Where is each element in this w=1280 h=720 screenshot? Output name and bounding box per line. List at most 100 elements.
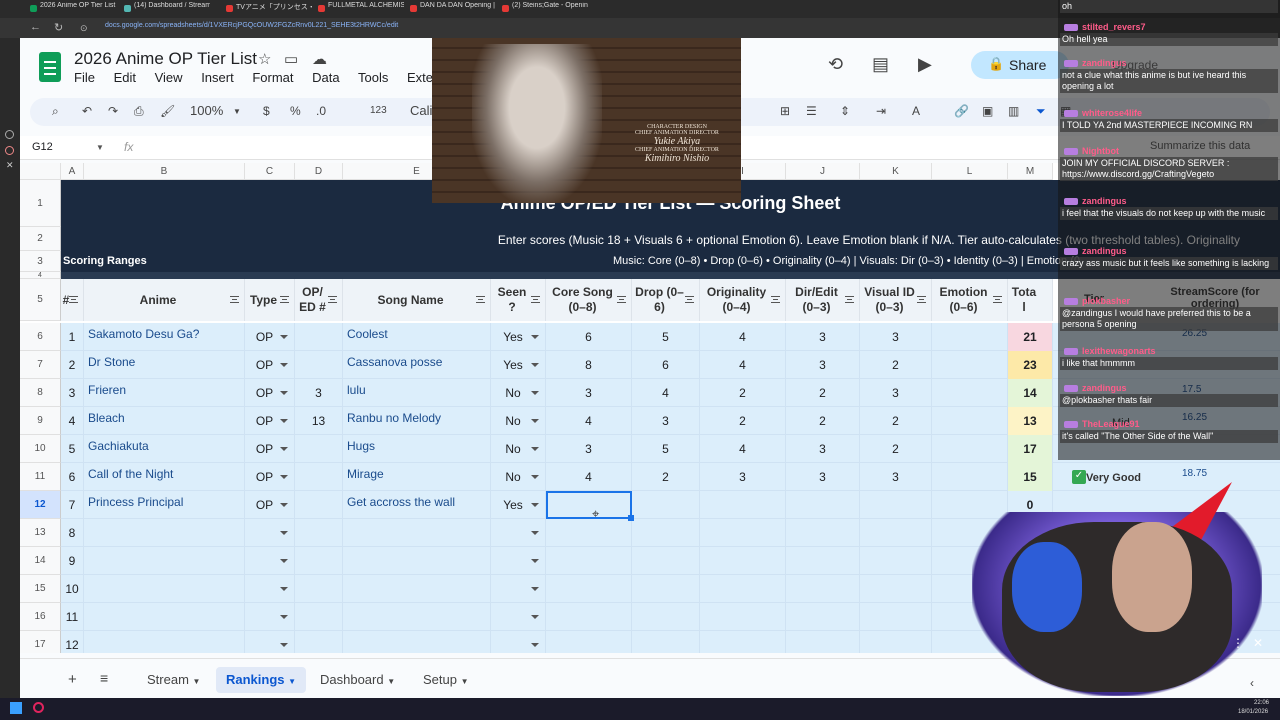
dropdown-chevron-icon[interactable] — [280, 531, 288, 535]
type-cell[interactable]: OP — [245, 323, 295, 351]
select-all-corner[interactable] — [20, 163, 61, 180]
core-song-cell[interactable] — [546, 547, 632, 575]
drop-cell[interactable]: 5 — [632, 435, 700, 463]
seen-cell[interactable]: Yes — [491, 351, 546, 379]
text-wrap-icon[interactable]: ⇥ — [876, 104, 886, 118]
filter-icon[interactable]: ⏷ — [1036, 104, 1046, 119]
row-number[interactable]: 9 — [61, 547, 84, 575]
url-text[interactable]: docs.google.com/spreadsheets/d/1VXERcjPG… — [105, 22, 398, 29]
more-options-icon[interactable]: ⋮ — [1232, 636, 1244, 650]
seen-cell[interactable]: Yes — [491, 323, 546, 351]
dropdown-chevron-icon[interactable] — [531, 335, 539, 339]
dir-edit-cell[interactable]: 3 — [786, 435, 860, 463]
anime-cell[interactable]: Call of the Night — [84, 463, 245, 491]
column-title[interactable]: Originality (0–4) — [700, 279, 786, 321]
row-number[interactable]: 10 — [61, 575, 84, 603]
menu-view[interactable]: View — [155, 70, 183, 85]
dropdown-chevron-icon[interactable] — [280, 475, 288, 479]
anime-cell[interactable]: Dr Stone — [84, 351, 245, 379]
song-name-cell[interactable] — [343, 575, 491, 603]
core-song-cell[interactable] — [546, 575, 632, 603]
emotion-cell[interactable] — [932, 379, 1008, 407]
insert-link-icon[interactable]: 🔗 — [954, 104, 969, 118]
filter-icon[interactable] — [845, 296, 854, 303]
sheet-tab-rankings[interactable]: Rankings ▼ — [216, 667, 307, 693]
oped-number-cell[interactable] — [295, 519, 343, 547]
song-name-cell[interactable]: Get accross the wall — [343, 491, 491, 519]
row-header[interactable]: 11 — [20, 463, 61, 491]
drop-cell[interactable] — [632, 631, 700, 653]
filter-icon[interactable] — [280, 296, 289, 303]
row-header[interactable]: 9 — [20, 407, 61, 435]
drop-cell[interactable] — [632, 491, 700, 519]
chevron-down-icon[interactable]: ▼ — [96, 143, 104, 152]
dir-edit-cell[interactable]: 3 — [786, 323, 860, 351]
sheet-tab-stream[interactable]: Stream ▼ — [137, 667, 210, 693]
dir-edit-cell[interactable]: 3 — [786, 351, 860, 379]
browser-tab[interactable]: FULLMETAL ALCHEMIST — [316, 2, 404, 16]
row-number[interactable]: 11 — [61, 603, 84, 631]
originality-cell[interactable] — [700, 547, 786, 575]
column-title[interactable]: Core Song (0–8) — [546, 279, 632, 321]
row-number[interactable]: 7 — [61, 491, 84, 519]
browser-tab[interactable]: (2) Steins;Gate - Opening — [500, 2, 588, 16]
visual-id-cell[interactable] — [860, 547, 932, 575]
type-cell[interactable] — [245, 575, 295, 603]
text-rotation-icon[interactable]: A — [912, 104, 920, 118]
dropdown-chevron-icon[interactable] — [531, 615, 539, 619]
oped-number-cell[interactable]: 3 — [295, 379, 343, 407]
seen-cell[interactable]: No — [491, 435, 546, 463]
column-title[interactable]: Dir/Edit (0–3) — [786, 279, 860, 321]
column-title[interactable]: Emotion (0–6) — [932, 279, 1008, 321]
dir-edit-cell[interactable]: 2 — [786, 379, 860, 407]
move-folder-icon[interactable]: ▭ — [284, 50, 298, 68]
filter-icon[interactable] — [69, 296, 78, 303]
row-number[interactable]: 2 — [61, 351, 84, 379]
visual-id-cell[interactable] — [860, 491, 932, 519]
drop-cell[interactable] — [632, 519, 700, 547]
add-sheet-icon[interactable]: + — [68, 671, 77, 688]
row-number[interactable]: 8 — [61, 519, 84, 547]
more-formats-button[interactable]: 123 — [370, 105, 387, 116]
document-title[interactable]: 2026 Anime OP Tier List — [74, 49, 257, 69]
column-header-j[interactable]: J — [786, 163, 860, 180]
redo-icon[interactable]: ↷ — [108, 104, 118, 118]
core-song-cell[interactable] — [546, 519, 632, 547]
filter-icon[interactable] — [617, 296, 626, 303]
oped-number-cell[interactable] — [295, 323, 343, 351]
visual-id-cell[interactable]: 3 — [860, 323, 932, 351]
dropdown-chevron-icon[interactable] — [531, 531, 539, 535]
originality-cell[interactable]: 4 — [700, 435, 786, 463]
side-panel-icon[interactable] — [5, 146, 14, 155]
core-song-cell[interactable]: 8 — [546, 351, 632, 379]
type-cell[interactable]: OP — [245, 379, 295, 407]
anime-cell[interactable] — [84, 603, 245, 631]
column-title[interactable]: # — [61, 279, 84, 321]
oped-number-cell[interactable] — [295, 547, 343, 575]
type-cell[interactable]: OP — [245, 463, 295, 491]
menu-edit[interactable]: Edit — [114, 70, 136, 85]
song-name-cell[interactable] — [343, 519, 491, 547]
browser-tab[interactable]: 2026 Anime OP Tier List - — [28, 2, 116, 16]
horizontal-align-icon[interactable]: ☰ — [806, 104, 817, 118]
filter-icon[interactable] — [771, 296, 780, 303]
dropdown-chevron-icon[interactable] — [280, 335, 288, 339]
print-icon[interactable]: ⎙ — [134, 104, 144, 119]
anime-cell[interactable] — [84, 631, 245, 653]
decrease-decimals-button[interactable]: .0 — [316, 104, 326, 118]
dropdown-chevron-icon[interactable] — [531, 363, 539, 367]
type-cell[interactable] — [245, 519, 295, 547]
undo-icon[interactable]: ↶ — [82, 104, 92, 118]
row-number[interactable]: 5 — [61, 435, 84, 463]
row-header[interactable]: 6 — [20, 323, 61, 351]
currency-format-button[interactable]: $ — [263, 104, 270, 118]
song-name-cell[interactable]: lulu — [343, 379, 491, 407]
song-name-cell[interactable] — [343, 603, 491, 631]
drop-cell[interactable]: 5 — [632, 323, 700, 351]
dropdown-chevron-icon[interactable] — [531, 475, 539, 479]
drop-cell[interactable]: 6 — [632, 351, 700, 379]
emotion-cell[interactable] — [932, 351, 1008, 379]
oped-number-cell[interactable] — [295, 435, 343, 463]
menu-format[interactable]: Format — [252, 70, 293, 85]
dir-edit-cell[interactable] — [786, 547, 860, 575]
